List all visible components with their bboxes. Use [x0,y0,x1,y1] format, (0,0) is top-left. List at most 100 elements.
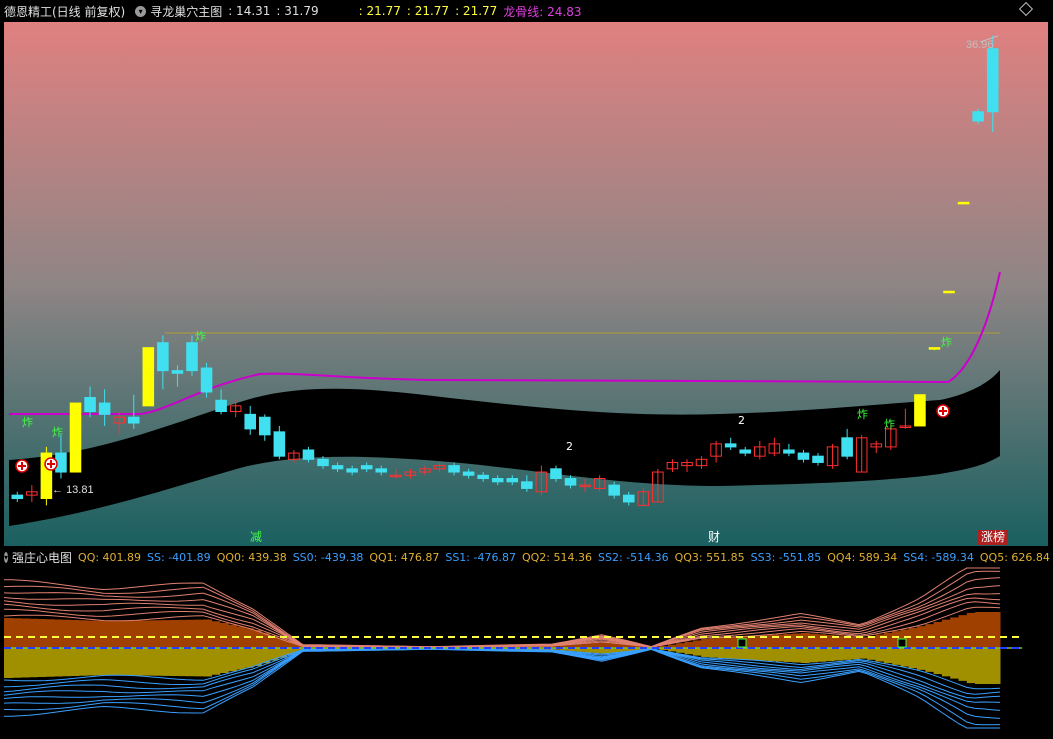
ss-bar [211,648,221,675]
indicator-value-item: QQ5: 626.84 [979,550,1050,564]
indicator-value-5: : 21.77 [455,4,498,18]
plus-circle-icon [15,459,29,473]
ss-bar [809,648,818,663]
ss-bar [45,648,55,677]
ss-bar [817,648,827,662]
candle-body [855,437,868,473]
ss-bar [983,648,993,684]
ss-bar [111,648,121,676]
candle-body [521,481,533,489]
indicator-value-item: QQ1: 476.87 [369,550,440,564]
candle-body [550,468,562,480]
candle-body [652,471,664,503]
indicator-value-item: QQ4: 589.34 [827,550,898,564]
ss-bar [178,648,188,677]
ss-bar [950,648,959,679]
ss-bar [228,648,237,672]
ss-bar [53,648,63,677]
candle-body [841,437,853,457]
indicator-header: ▾ 强庄心电图 QQ: 401.89 SS: -401.89 QQ0: 439.38… [0,546,1053,568]
ss-bar [751,648,760,660]
qq-bar [145,620,154,648]
zha-label-1: 炸 [22,416,33,429]
dropdown-icon[interactable]: ▾ [135,5,147,17]
zha-label-4: 炸 [857,408,868,421]
candle-body [273,431,286,457]
plus-circle-icon [936,404,950,418]
candle-body [870,443,883,448]
ss-bar [161,648,171,676]
qq-bar [20,618,30,648]
qq-bar [178,619,188,648]
ss-bar [966,648,976,684]
ss-bar [726,648,735,659]
indicator-value-item: SS3: -551.85 [750,550,822,564]
indicator-value-4: : 21.77 [406,4,450,18]
ss-bar [37,648,46,677]
candle-body [826,446,839,467]
qq-bar [809,633,818,648]
candle-body [899,425,912,428]
qq-bar [219,623,229,648]
zha-label-5: 炸 [884,418,895,431]
ss-bar [12,648,22,678]
qq-bar [70,620,80,648]
candle-body [739,449,751,454]
dropdown-icon[interactable]: ▾ [4,551,9,563]
two-label-1: 2 [566,440,573,453]
candle-body [593,478,606,489]
high-price-label: 36.96 [966,39,994,51]
indicator-value-2: : 31.79 [276,4,319,18]
ss-bar [87,648,96,676]
zha-label-3: 炸 [195,330,206,343]
ss-bar [975,648,984,684]
main-chart-header: 德恩精工(日线 前复权) ▾ 寻龙巢穴主图 : 14.31 : 31.79 : … [0,0,1053,22]
candle-body [491,478,504,483]
qq-bar [87,620,96,648]
ss-bar [62,648,71,677]
candle-body [448,465,460,473]
indicator-title[interactable]: 强庄心电图 [12,549,72,566]
ss-bar [917,648,926,670]
ss-bar [709,648,719,658]
candle-body [375,468,388,473]
qq-bar [103,621,113,648]
candle-body [346,468,358,473]
indicator-value-3: : 21.77 [358,4,401,18]
qq-bar [128,620,138,648]
qq-bar [28,618,38,648]
qq-bar [53,619,63,648]
ss-bar [759,648,769,661]
candle-body [142,347,155,407]
signal-marker [897,638,907,648]
ss-bar [136,648,146,676]
tag-zhangbang: 涨榜 [978,530,1009,545]
qq-bar [211,621,221,648]
candle-body [404,471,417,476]
qq-bar [78,620,88,648]
ecg-indicator-chart [3,567,1022,729]
candle-body [229,405,242,413]
candle-body [127,416,140,424]
ss-bar [78,648,88,676]
candle-body [69,402,82,473]
candle-body [783,449,795,454]
ss-bar [775,648,785,662]
candle-body [986,48,999,113]
candle-body [288,452,300,460]
indicator-value-item: SS1: -476.87 [445,550,516,564]
candle-body [11,494,24,500]
stock-title[interactable]: 德恩精工(日线 前复权) [4,3,125,20]
candle-body [462,471,475,476]
ss-bar [717,648,727,658]
ss-bar [892,648,901,665]
qq-bar [186,619,196,648]
indicator-value-item: SS0: -439.38 [292,550,364,564]
ss-bar [70,648,80,676]
indicator-name[interactable]: 寻龙巢穴主图 [150,3,222,20]
ss-bar [850,648,860,660]
ss-bar [908,648,918,669]
qq-bar [726,637,735,648]
main-chart[interactable]: 36.96 ← 13.81 炸 炸 炸 炸 炸 炸 2 2 [0,22,1053,546]
qq-bar [170,620,179,648]
